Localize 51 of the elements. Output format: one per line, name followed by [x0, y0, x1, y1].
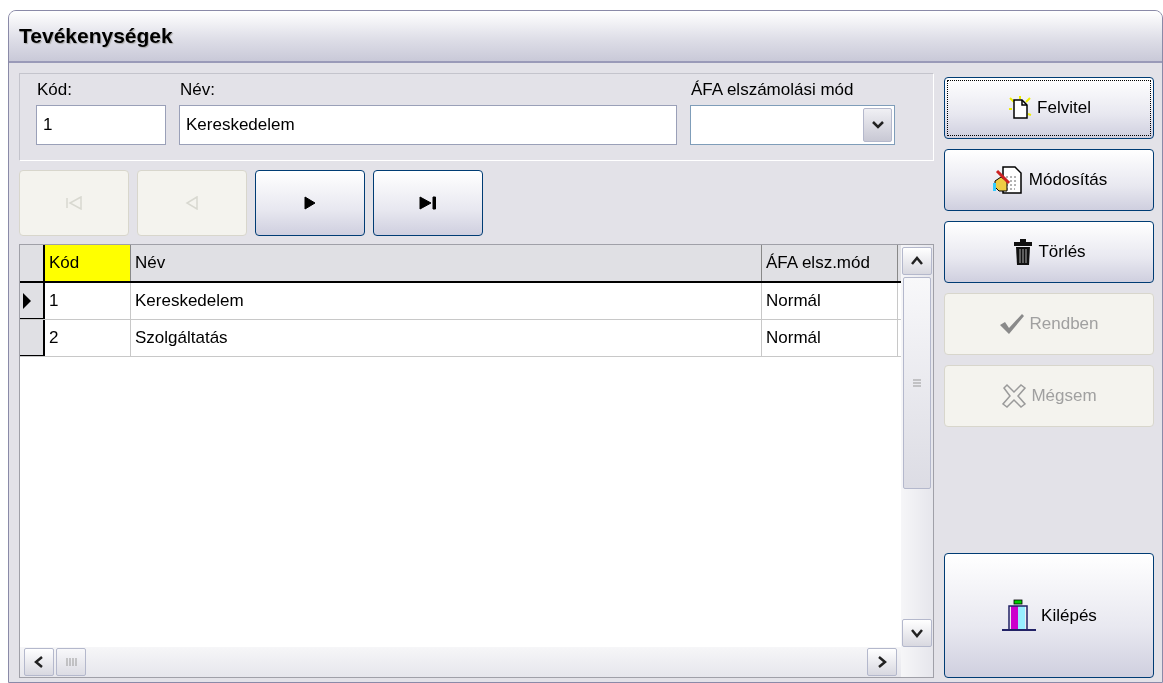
scroll-left-button[interactable] — [24, 648, 54, 676]
dropdown-button[interactable] — [863, 108, 892, 142]
scroll-thumb[interactable] — [903, 277, 931, 489]
table-cell: 2 — [45, 320, 131, 356]
edit-button[interactable]: Módosítás — [944, 149, 1154, 211]
next-record-button[interactable] — [255, 170, 365, 236]
scroll-down-button[interactable] — [902, 619, 932, 647]
column-header[interactable]: ÁFA elsz.mód — [762, 245, 898, 281]
window-title: Tevékenységek — [19, 24, 173, 48]
scroll-up-button[interactable] — [902, 247, 932, 275]
new-document-icon — [1007, 95, 1034, 121]
horizontal-scrollbar[interactable] — [20, 647, 901, 677]
vertical-scrollbar[interactable] — [901, 245, 933, 677]
last-icon — [419, 196, 437, 210]
table-cell: Normál — [762, 320, 898, 356]
delete-button[interactable]: Törlés — [944, 221, 1154, 283]
grip-icon — [65, 657, 77, 667]
door-icon — [1001, 597, 1038, 634]
table-cell: Normál — [762, 283, 898, 319]
table-cell: Kereskedelem — [131, 283, 762, 319]
row-indicator[interactable] — [20, 320, 45, 356]
edit-document-icon — [990, 163, 1025, 197]
first-icon — [65, 196, 83, 210]
field-label: Kód: — [36, 80, 73, 100]
field-label: Név: — [179, 80, 216, 100]
new-button[interactable]: Felvitel — [944, 77, 1154, 139]
next-icon — [303, 196, 317, 210]
table-cell: 1 — [45, 283, 131, 319]
column-header[interactable]: Név — [131, 245, 762, 281]
input-field[interactable]: 1 — [36, 105, 166, 145]
chevron-right-icon — [877, 656, 887, 668]
column-header[interactable]: Kód — [45, 245, 131, 281]
last-record-button[interactable] — [373, 170, 483, 236]
trash-icon — [1012, 238, 1035, 266]
chevron-up-icon — [911, 256, 923, 266]
input-field[interactable]: Kereskedelem — [179, 105, 677, 145]
x-icon — [1001, 383, 1028, 409]
row-indicator[interactable] — [20, 283, 45, 319]
dropdown-field[interactable] — [690, 105, 895, 145]
chevron-down-icon — [871, 121, 884, 129]
grip-icon — [912, 377, 922, 389]
scroll-right-button[interactable] — [867, 648, 897, 676]
chevron-down-icon — [911, 628, 923, 638]
current-row-icon — [23, 292, 31, 309]
previous-icon — [185, 196, 199, 210]
checkmark-icon — [999, 313, 1026, 335]
chevron-left-icon — [34, 656, 44, 668]
field-label: ÁFA elszámolási mód — [690, 80, 855, 100]
table-cell: Szolgáltatás — [131, 320, 762, 356]
scroll-thumb[interactable] — [56, 648, 86, 676]
exit-button[interactable]: Kilépés — [944, 553, 1154, 678]
